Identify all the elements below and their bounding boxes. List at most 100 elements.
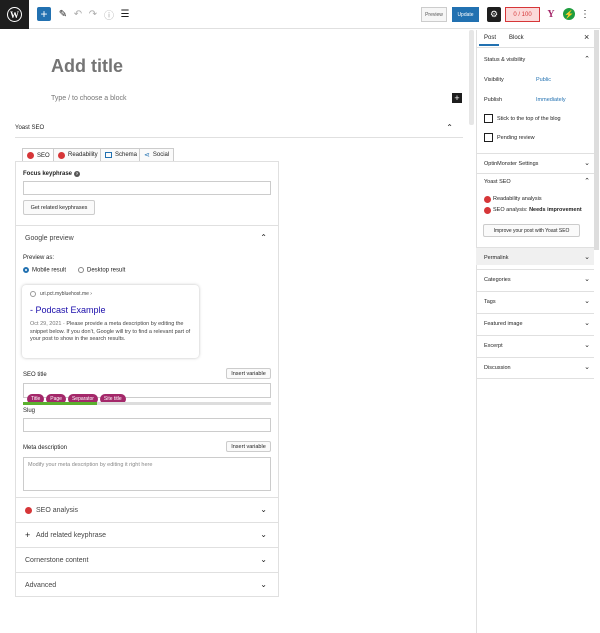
globe-icon	[30, 291, 36, 297]
red-dot-icon	[484, 207, 491, 214]
insert-variable-button[interactable]: Insert variable	[226, 368, 271, 379]
visibility-label: Visibility	[484, 77, 504, 83]
tab-readability[interactable]: Readability	[53, 148, 103, 161]
red-dot-icon	[58, 151, 65, 159]
update-button[interactable]: Update	[452, 7, 479, 22]
meta-description-input[interactable]: Modify your meta description by editing …	[23, 457, 271, 491]
meta-description-label: Meta description	[23, 445, 68, 451]
tab-seo-label: SEO	[37, 152, 50, 159]
slug-label: Slug	[23, 408, 36, 414]
tab-social[interactable]: ⋖ Social	[139, 148, 175, 161]
list-view-icon[interactable]: ☰	[120, 7, 130, 22]
add-related-keyphrase-section[interactable]: + Add related keyphrase ⌄	[15, 522, 279, 547]
yoast-logo-icon[interactable]: Y	[544, 7, 558, 22]
info-icon[interactable]: ⓘ	[104, 7, 114, 22]
seo-score-badge[interactable]: 0 / 100	[505, 7, 540, 22]
chevron-down-icon: ⌄	[584, 342, 590, 349]
preview-snippet: Oct 29, 2021 · Please provide a meta des…	[30, 321, 195, 344]
chevron-down-icon: ⌄	[584, 364, 590, 371]
tags-panel[interactable]: Tags ⌄	[476, 291, 594, 313]
sidebar-scrollbar[interactable]	[594, 30, 599, 250]
share-icon: ⋖	[144, 152, 150, 159]
visibility-value-link[interactable]: Public	[536, 77, 551, 83]
meta-description-placeholder: Modify your meta description by editing …	[28, 462, 153, 468]
discussion-panel[interactable]: Discussion ⌄	[476, 357, 594, 379]
close-icon[interactable]: ×	[584, 32, 589, 42]
seo-score-value: 0 / 100	[513, 11, 532, 18]
seo-analysis-status[interactable]: SEO analysis: Needs improvement	[493, 207, 582, 213]
settings-gear-icon[interactable]: ⚙	[487, 7, 501, 22]
undo-icon[interactable]: ↶	[73, 7, 83, 22]
tab-post[interactable]: Post	[484, 35, 496, 41]
chevron-down-icon: ⌄	[260, 530, 267, 539]
seo-title-label: SEO title	[23, 372, 47, 378]
tab-schema[interactable]: Schema	[100, 148, 143, 161]
chevron-up-icon: ⌃	[260, 233, 267, 242]
seo-title-input[interactable]: Title Page Separator Site title	[23, 383, 271, 404]
editor-scrollbar[interactable]	[469, 30, 474, 125]
stick-to-top-checkbox[interactable]	[484, 114, 493, 123]
status-visibility-title: Status & visibility	[484, 57, 526, 63]
add-related-keyphrase-label: Add related keyphrase	[36, 532, 107, 539]
lightning-icon[interactable]: ⚡	[563, 8, 575, 20]
active-tab-indicator	[479, 44, 499, 46]
preview-page-title: - Podcast Example	[30, 305, 106, 315]
advanced-section[interactable]: Advanced ⌄	[15, 572, 279, 597]
vertical-dots-icon[interactable]: ⋮	[580, 7, 590, 22]
chevron-up-icon: ⌃	[446, 123, 453, 132]
editor-toolbar: W + ✎ ↶ ↷ ⓘ ☰ Preview Update ⚙ 0 / 100 Y…	[0, 0, 600, 29]
block-placeholder[interactable]: Type / to choose a block	[51, 95, 127, 102]
slug-input[interactable]	[23, 418, 271, 432]
radio-selected-icon	[23, 267, 29, 273]
google-preview-card[interactable]: uri.pct.mybluehost.me › - Podcast Exampl…	[22, 285, 199, 358]
tab-social-label: Social	[152, 152, 170, 158]
get-related-keyphrases-button[interactable]: Get related keyphrases	[23, 200, 95, 215]
insert-variable-button[interactable]: Insert variable	[226, 441, 271, 452]
status-visibility-header[interactable]: Status & visibility ⌃	[476, 47, 594, 69]
wordpress-logo-button[interactable]: W	[0, 0, 29, 29]
yoast-panel-header[interactable]: Yoast SEO ⌃	[15, 120, 463, 138]
improve-post-button[interactable]: Improve your post with Yoast SEO	[483, 224, 580, 237]
cornerstone-content-section[interactable]: Cornerstone content ⌄	[15, 547, 279, 572]
publish-date-link[interactable]: Immediately	[536, 97, 566, 103]
preview-button[interactable]: Preview	[421, 7, 447, 22]
tab-seo[interactable]: SEO	[22, 148, 55, 162]
pending-review-checkbox[interactable]	[484, 133, 493, 142]
seo-analysis-section[interactable]: SEO analysis ⌄	[15, 497, 279, 522]
google-preview-header[interactable]: Google preview ⌃	[15, 225, 279, 250]
seo-analysis-value: Needs improvement	[529, 207, 582, 213]
focus-keyphrase-input[interactable]	[23, 181, 271, 195]
excerpt-panel[interactable]: Excerpt ⌄	[476, 335, 594, 357]
add-block-button[interactable]: +	[37, 7, 51, 21]
redo-icon[interactable]: ↷	[88, 7, 98, 22]
chevron-down-icon: ⌄	[260, 555, 267, 564]
inline-add-block-icon[interactable]: +	[452, 93, 462, 103]
permalink-panel[interactable]: Permalink ⌄	[476, 247, 594, 269]
wordpress-icon: W	[7, 7, 22, 22]
chevron-down-icon: ⌄	[584, 254, 590, 261]
featured-image-panel[interactable]: Featured image ⌄	[476, 313, 594, 335]
post-title-input[interactable]: Add title	[51, 56, 123, 77]
chevron-down-icon: ⌄	[584, 160, 590, 167]
desktop-result-radio[interactable]: Desktop result	[78, 267, 125, 274]
chevron-down-icon: ⌄	[584, 298, 590, 305]
discussion-title: Discussion	[484, 365, 511, 371]
help-icon[interactable]: ?	[74, 171, 81, 177]
pen-tool-icon[interactable]: ✎	[58, 7, 68, 22]
yoast-sidebar-header[interactable]: Yoast SEO ⌃	[476, 173, 594, 193]
excerpt-title: Excerpt	[484, 343, 503, 349]
categories-title: Categories	[484, 277, 511, 283]
tab-block[interactable]: Block	[509, 35, 524, 41]
radio-empty-icon	[78, 267, 84, 273]
readability-analysis-label[interactable]: Readability analysis	[493, 196, 542, 202]
categories-panel[interactable]: Categories ⌄	[476, 269, 594, 291]
yoast-panel-title: Yoast SEO	[15, 125, 45, 131]
mobile-result-radio[interactable]: Mobile result	[23, 267, 66, 274]
google-preview-title: Google preview	[25, 235, 74, 242]
chevron-down-icon: ⌄	[584, 276, 590, 283]
featured-image-title: Featured image	[484, 321, 523, 327]
seo-analysis-label: SEO analysis	[36, 507, 79, 514]
schema-grid-icon	[105, 152, 112, 158]
preview-date: Oct 29, 2021	[30, 321, 62, 327]
optinmonster-settings-panel[interactable]: OptinMonster Settings ⌄	[476, 153, 594, 173]
